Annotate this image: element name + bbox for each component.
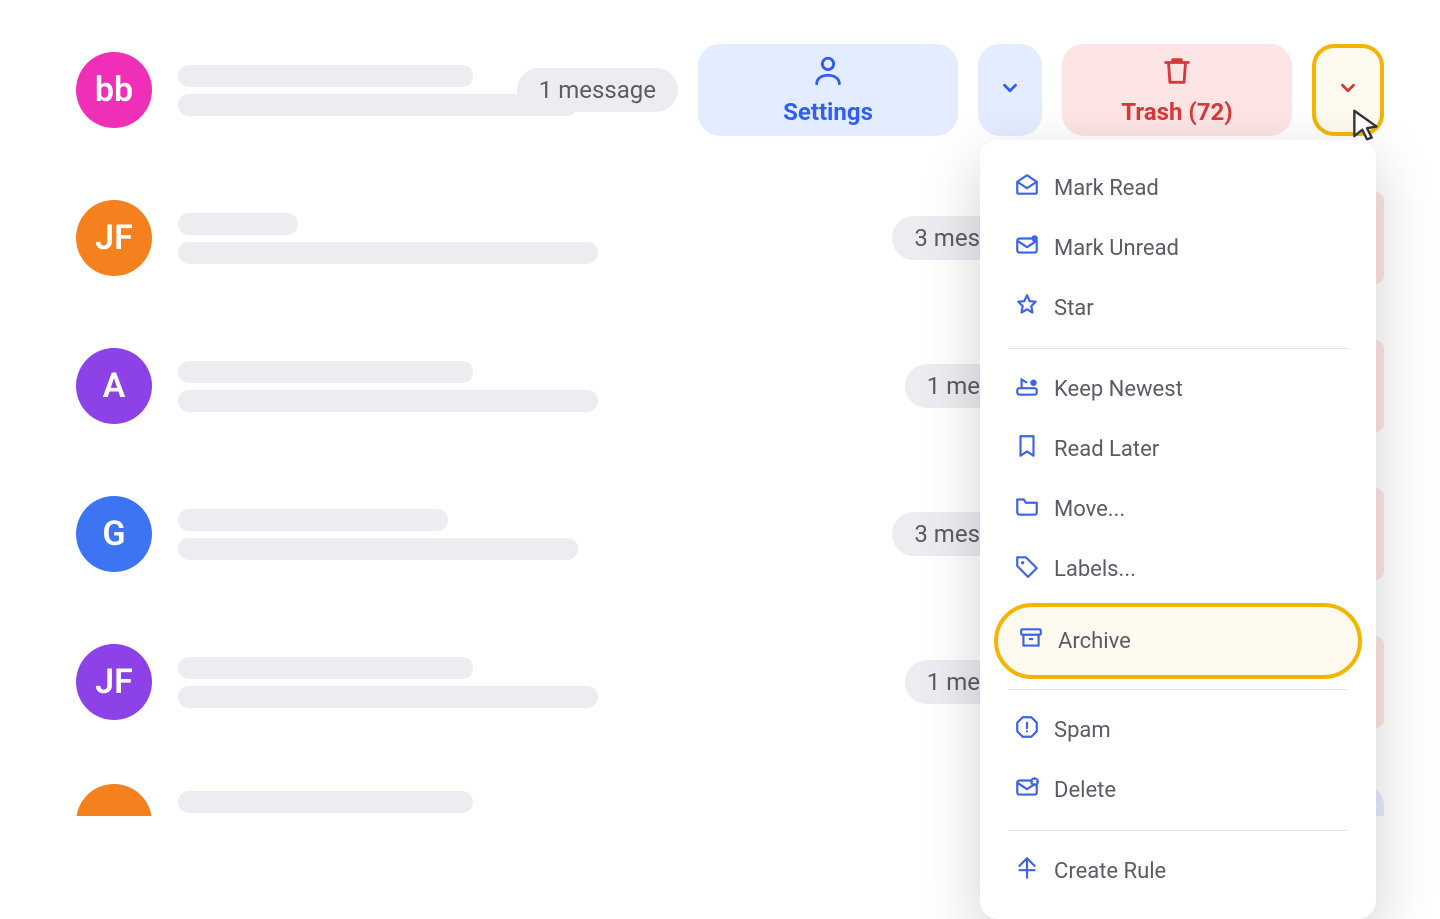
menu-item-label: Labels... xyxy=(1054,557,1136,582)
star-icon xyxy=(1014,292,1040,324)
archive-icon xyxy=(1018,625,1044,657)
menu-item-label: Spam xyxy=(1054,718,1111,743)
folder-icon xyxy=(1014,493,1040,525)
sender-avatar xyxy=(76,784,152,816)
sender-avatar: bb xyxy=(76,52,152,128)
sender-avatar: JF xyxy=(76,200,152,276)
sender-text-placeholder xyxy=(172,784,1032,816)
message-count-badge: 1 message xyxy=(517,68,678,112)
menu-separator xyxy=(1008,689,1348,690)
sender-avatar: A xyxy=(76,348,152,424)
menu-item-label: Mark Read xyxy=(1054,176,1159,201)
envelope-open-icon xyxy=(1014,172,1040,204)
menu-item-delete[interactable]: Delete xyxy=(980,760,1376,820)
menu-item-mark-read[interactable]: Mark Read xyxy=(980,158,1376,218)
action-label: Settings xyxy=(783,98,873,126)
menu-item-spam[interactable]: Spam xyxy=(980,700,1376,760)
trash-dropdown-menu: Mark Read Mark Unread Star Keep Newest Read … xyxy=(980,140,1376,919)
settings-button[interactable]: Settings xyxy=(698,44,958,136)
menu-item-mark-unread[interactable]: Mark Unread xyxy=(980,218,1376,278)
menu-item-star[interactable]: Star xyxy=(980,278,1376,338)
sender-text-placeholder xyxy=(172,58,489,123)
menu-item-label: Read Later xyxy=(1054,437,1159,462)
bookmark-icon xyxy=(1014,433,1040,465)
trash-label: Trash (72) xyxy=(1121,98,1232,126)
sender-text-placeholder xyxy=(172,502,864,567)
arrows-icon xyxy=(1014,855,1040,887)
chevron-down-icon xyxy=(999,77,1021,103)
menu-item-label: Move... xyxy=(1054,497,1125,522)
menu-item-label: Star xyxy=(1054,296,1094,321)
menu-item-label: Mark Unread xyxy=(1054,236,1179,261)
menu-item-keep-newest[interactable]: Keep Newest xyxy=(980,359,1376,419)
menu-separator xyxy=(1008,348,1348,349)
menu-item-move[interactable]: Move... xyxy=(980,479,1376,539)
chevron-down-icon xyxy=(1337,77,1359,103)
menu-item-read-later[interactable]: Read Later xyxy=(980,419,1376,479)
menu-item-label: Delete xyxy=(1054,778,1116,803)
menu-item-create-rule[interactable]: Create Rule xyxy=(980,841,1376,901)
trash-button[interactable]: Trash (72) xyxy=(1062,44,1292,136)
cursor-icon xyxy=(1348,106,1386,148)
menu-item-label: Archive xyxy=(1058,629,1131,654)
sender-text-placeholder xyxy=(172,354,877,419)
sender-avatar: G xyxy=(76,496,152,572)
warning-icon xyxy=(1014,714,1040,746)
envelope-dot-icon xyxy=(1014,232,1040,264)
menu-separator xyxy=(1008,830,1348,831)
sender-text-placeholder xyxy=(172,650,877,715)
settings-dropdown-toggle[interactable] xyxy=(978,44,1042,136)
menu-item-label: Create Rule xyxy=(1054,859,1166,884)
person-icon xyxy=(811,54,845,94)
menu-item-labels[interactable]: Labels... xyxy=(980,539,1376,599)
menu-item-label: Keep Newest xyxy=(1054,377,1183,402)
mail-x-icon xyxy=(1014,774,1040,806)
menu-item-archive[interactable]: Archive xyxy=(994,603,1362,679)
sender-avatar: JF xyxy=(76,644,152,720)
trash-icon xyxy=(1160,54,1194,94)
sender-text-placeholder xyxy=(172,206,864,271)
tray-up-icon xyxy=(1014,373,1040,405)
tag-icon xyxy=(1014,553,1040,585)
